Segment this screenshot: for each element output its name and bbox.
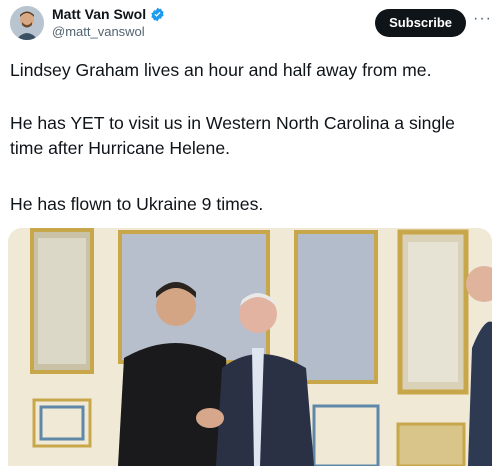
display-name[interactable]: Matt Van Swol xyxy=(52,6,146,22)
tweet-paragraph-3: He has flown to Ukraine 9 times. xyxy=(10,194,264,214)
tweet-paragraph-1: Lindsey Graham lives an hour and half aw… xyxy=(10,60,432,80)
avatar[interactable] xyxy=(10,6,44,40)
tweet-paragraph-2: He has YET to visit us in Western North … xyxy=(10,113,455,158)
tweet-header: Matt Van Swol @matt_vanswol Subscribe ··… xyxy=(10,4,492,44)
more-options-icon[interactable]: ··· xyxy=(473,10,492,28)
subscribe-button[interactable]: Subscribe xyxy=(375,9,466,37)
handle[interactable]: @matt_vanswol xyxy=(52,24,165,39)
display-name-row: Matt Van Swol xyxy=(52,6,165,22)
author-names: Matt Van Swol @matt_vanswol xyxy=(52,6,165,39)
tweet-photo[interactable] xyxy=(8,228,492,466)
verified-badge-icon xyxy=(150,7,165,22)
